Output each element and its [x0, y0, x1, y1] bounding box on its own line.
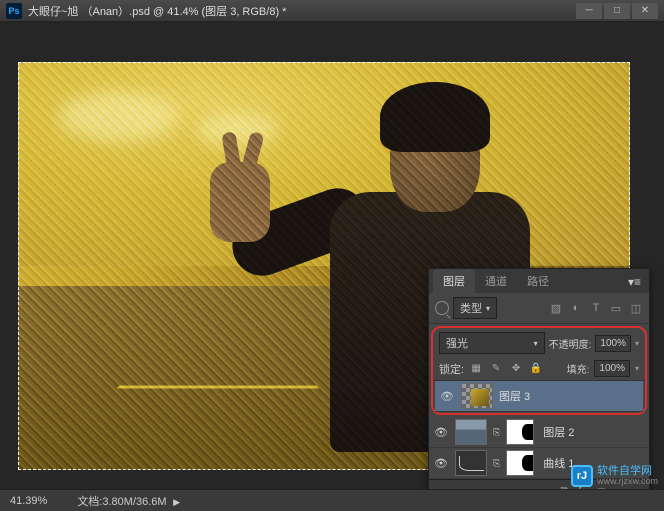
- titlebar: Ps 大眼仔~旭 （Anan）.psd @ 41.4% (图层 3, RGB/8…: [0, 0, 664, 22]
- layer-mask-thumbnail[interactable]: [506, 450, 534, 476]
- chevron-right-icon: ▶: [171, 497, 180, 507]
- lock-all-icon[interactable]: 🔒: [529, 362, 543, 376]
- filter-icons: ▧ ◐ T ▭ ◫: [549, 301, 643, 315]
- lock-position-icon[interactable]: ✥: [509, 362, 523, 376]
- filter-type-label: 类型: [460, 300, 482, 316]
- tab-paths[interactable]: 路径: [517, 269, 559, 293]
- chevron-down-icon: ▾: [486, 304, 490, 313]
- fill-chevron-icon[interactable]: ▾: [635, 364, 639, 373]
- layer-name[interactable]: 图层 2: [543, 424, 574, 440]
- filter-shape-icon[interactable]: ▭: [609, 301, 623, 315]
- layer-thumbnail[interactable]: [455, 419, 487, 445]
- panel-menu-icon[interactable]: ▾≡: [620, 271, 649, 293]
- lock-pixels-icon[interactable]: ✎: [489, 362, 503, 376]
- blend-mode-dropdown[interactable]: 强光 ▾: [439, 332, 545, 354]
- filter-adjustment-icon[interactable]: ◐: [569, 301, 583, 315]
- layer-mask-thumbnail[interactable]: [506, 419, 534, 445]
- layer-row-selected[interactable]: 👁 图层 3: [435, 381, 643, 412]
- lock-transparency-icon[interactable]: ▦: [469, 362, 483, 376]
- search-icon[interactable]: [435, 301, 449, 315]
- blend-mode-row: 强光 ▾ 不透明度: 100% ▾: [433, 329, 645, 357]
- visibility-toggle-icon[interactable]: 👁: [433, 456, 449, 470]
- fill-label: 填充:: [567, 361, 590, 376]
- chevron-down-icon: ▾: [534, 339, 538, 348]
- tab-layers[interactable]: 图层: [433, 269, 475, 293]
- lock-row: 锁定: ▦ ✎ ✥ 🔒 填充: 100% ▾: [433, 357, 645, 381]
- filter-type-dropdown[interactable]: 类型 ▾: [453, 297, 497, 319]
- visibility-toggle-icon[interactable]: 👁: [433, 425, 449, 439]
- tab-channels[interactable]: 通道: [475, 269, 517, 293]
- opacity-value[interactable]: 100%: [595, 335, 631, 352]
- mask-link-icon[interactable]: ⎘: [493, 458, 500, 469]
- watermark-badge: rJ: [571, 465, 593, 487]
- layer-name[interactable]: 图层 3: [499, 388, 530, 404]
- fill-value[interactable]: 100%: [594, 360, 630, 377]
- document-info[interactable]: 文档:3.80M/36.6M ▶: [77, 493, 180, 509]
- filter-type-icon[interactable]: T: [589, 301, 603, 315]
- adjustment-thumbnail[interactable]: [455, 450, 487, 476]
- mask-link-icon[interactable]: ⎘: [493, 427, 500, 438]
- blend-mode-value: 强光: [446, 335, 468, 351]
- layer-filter-row: 类型 ▾ ▧ ◐ T ▭ ◫: [429, 293, 649, 324]
- watermark-url: www.rjzxw.com: [597, 477, 658, 487]
- layer-name[interactable]: 曲线 1: [543, 455, 574, 471]
- opacity-label: 不透明度:: [549, 336, 592, 351]
- zoom-level[interactable]: 41.39%: [10, 495, 47, 507]
- lock-label: 锁定:: [439, 361, 464, 377]
- panel-tabs: 图层 通道 路径 ▾≡: [429, 269, 649, 293]
- window-controls: ─ □ ✕: [576, 3, 658, 19]
- statusbar: 41.39% 文档:3.80M/36.6M ▶: [0, 489, 664, 511]
- visibility-toggle-icon[interactable]: 👁: [439, 389, 455, 403]
- lock-icons: ▦ ✎ ✥ 🔒: [469, 362, 543, 376]
- filter-smart-icon[interactable]: ◫: [629, 301, 643, 315]
- opacity-chevron-icon[interactable]: ▾: [635, 339, 639, 348]
- filter-pixel-icon[interactable]: ▧: [549, 301, 563, 315]
- minimize-button[interactable]: ─: [576, 3, 602, 19]
- close-button[interactable]: ✕: [632, 3, 658, 19]
- maximize-button[interactable]: □: [604, 3, 630, 19]
- layer-thumbnail[interactable]: [461, 383, 493, 409]
- highlighted-controls: 强光 ▾ 不透明度: 100% ▾ 锁定: ▦ ✎ ✥ 🔒 填充: 100% ▾…: [431, 326, 647, 415]
- document-title: 大眼仔~旭 （Anan）.psd @ 41.4% (图层 3, RGB/8) *: [28, 3, 286, 19]
- watermark: rJ 软件自学网 www.rjzxw.com: [571, 465, 658, 487]
- photoshop-icon: Ps: [6, 3, 22, 19]
- layer-row[interactable]: 👁 ⎘ 图层 2: [429, 417, 649, 448]
